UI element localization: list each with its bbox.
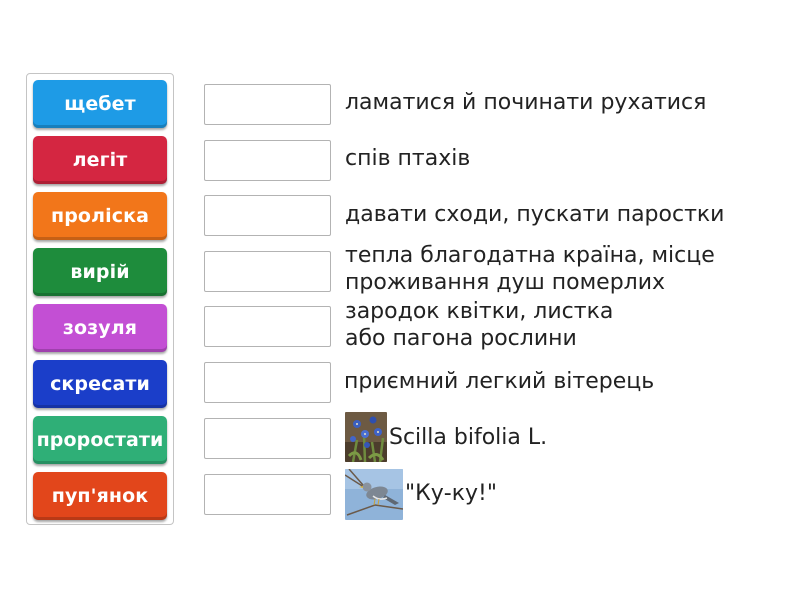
- definition-4: тепла благодатна країна, місце проживанн…: [345, 242, 715, 296]
- drop-slot-4[interactable]: [204, 251, 331, 292]
- drop-slot-7[interactable]: [204, 418, 331, 459]
- tile-shchebet[interactable]: щебет: [33, 80, 167, 128]
- definition-1: ламатися й починати рухатися: [345, 90, 707, 115]
- scilla-flower-photo: [345, 412, 387, 462]
- definition-8: "Ку-ку!": [405, 481, 497, 506]
- definition-4-line-1: тепла благодатна країна, місце: [345, 243, 715, 268]
- drop-slot-2[interactable]: [204, 140, 331, 181]
- definition-5: зародок квітки, листка або пагона рослин…: [345, 298, 613, 352]
- definition-4-line-2: проживання душ померлих: [345, 270, 666, 295]
- definition-6: приємний легкий вітерець: [344, 369, 655, 394]
- definition-7: Scilla bifolia L.: [389, 425, 548, 450]
- definition-2: спів птахів: [345, 146, 471, 171]
- tile-pupianok[interactable]: пуп'янок: [33, 472, 167, 520]
- tile-prorostaty[interactable]: проростати: [33, 416, 167, 464]
- definition-5-line-2: або пагона рослини: [345, 326, 577, 351]
- drop-slot-5[interactable]: [204, 306, 331, 347]
- drop-slot-8[interactable]: [204, 474, 331, 515]
- definition-3: давати сходи, пускати паростки: [345, 202, 725, 227]
- cuckoo-bird-photo: [345, 469, 403, 520]
- tile-vyrii[interactable]: вирій: [33, 248, 167, 296]
- drop-slot-3[interactable]: [204, 195, 331, 236]
- drop-slot-1[interactable]: [204, 84, 331, 125]
- tile-lehit[interactable]: легіт: [33, 136, 167, 184]
- word-bank: щебет легіт проліска вирій зозуля скреса…: [26, 73, 174, 525]
- tile-proliska[interactable]: проліска: [33, 192, 167, 240]
- definition-5-line-1: зародок квітки, листка: [345, 299, 614, 324]
- drop-slot-6[interactable]: [204, 362, 331, 403]
- tile-zozulia[interactable]: зозуля: [33, 304, 167, 352]
- tile-skresaty[interactable]: скресати: [33, 360, 167, 408]
